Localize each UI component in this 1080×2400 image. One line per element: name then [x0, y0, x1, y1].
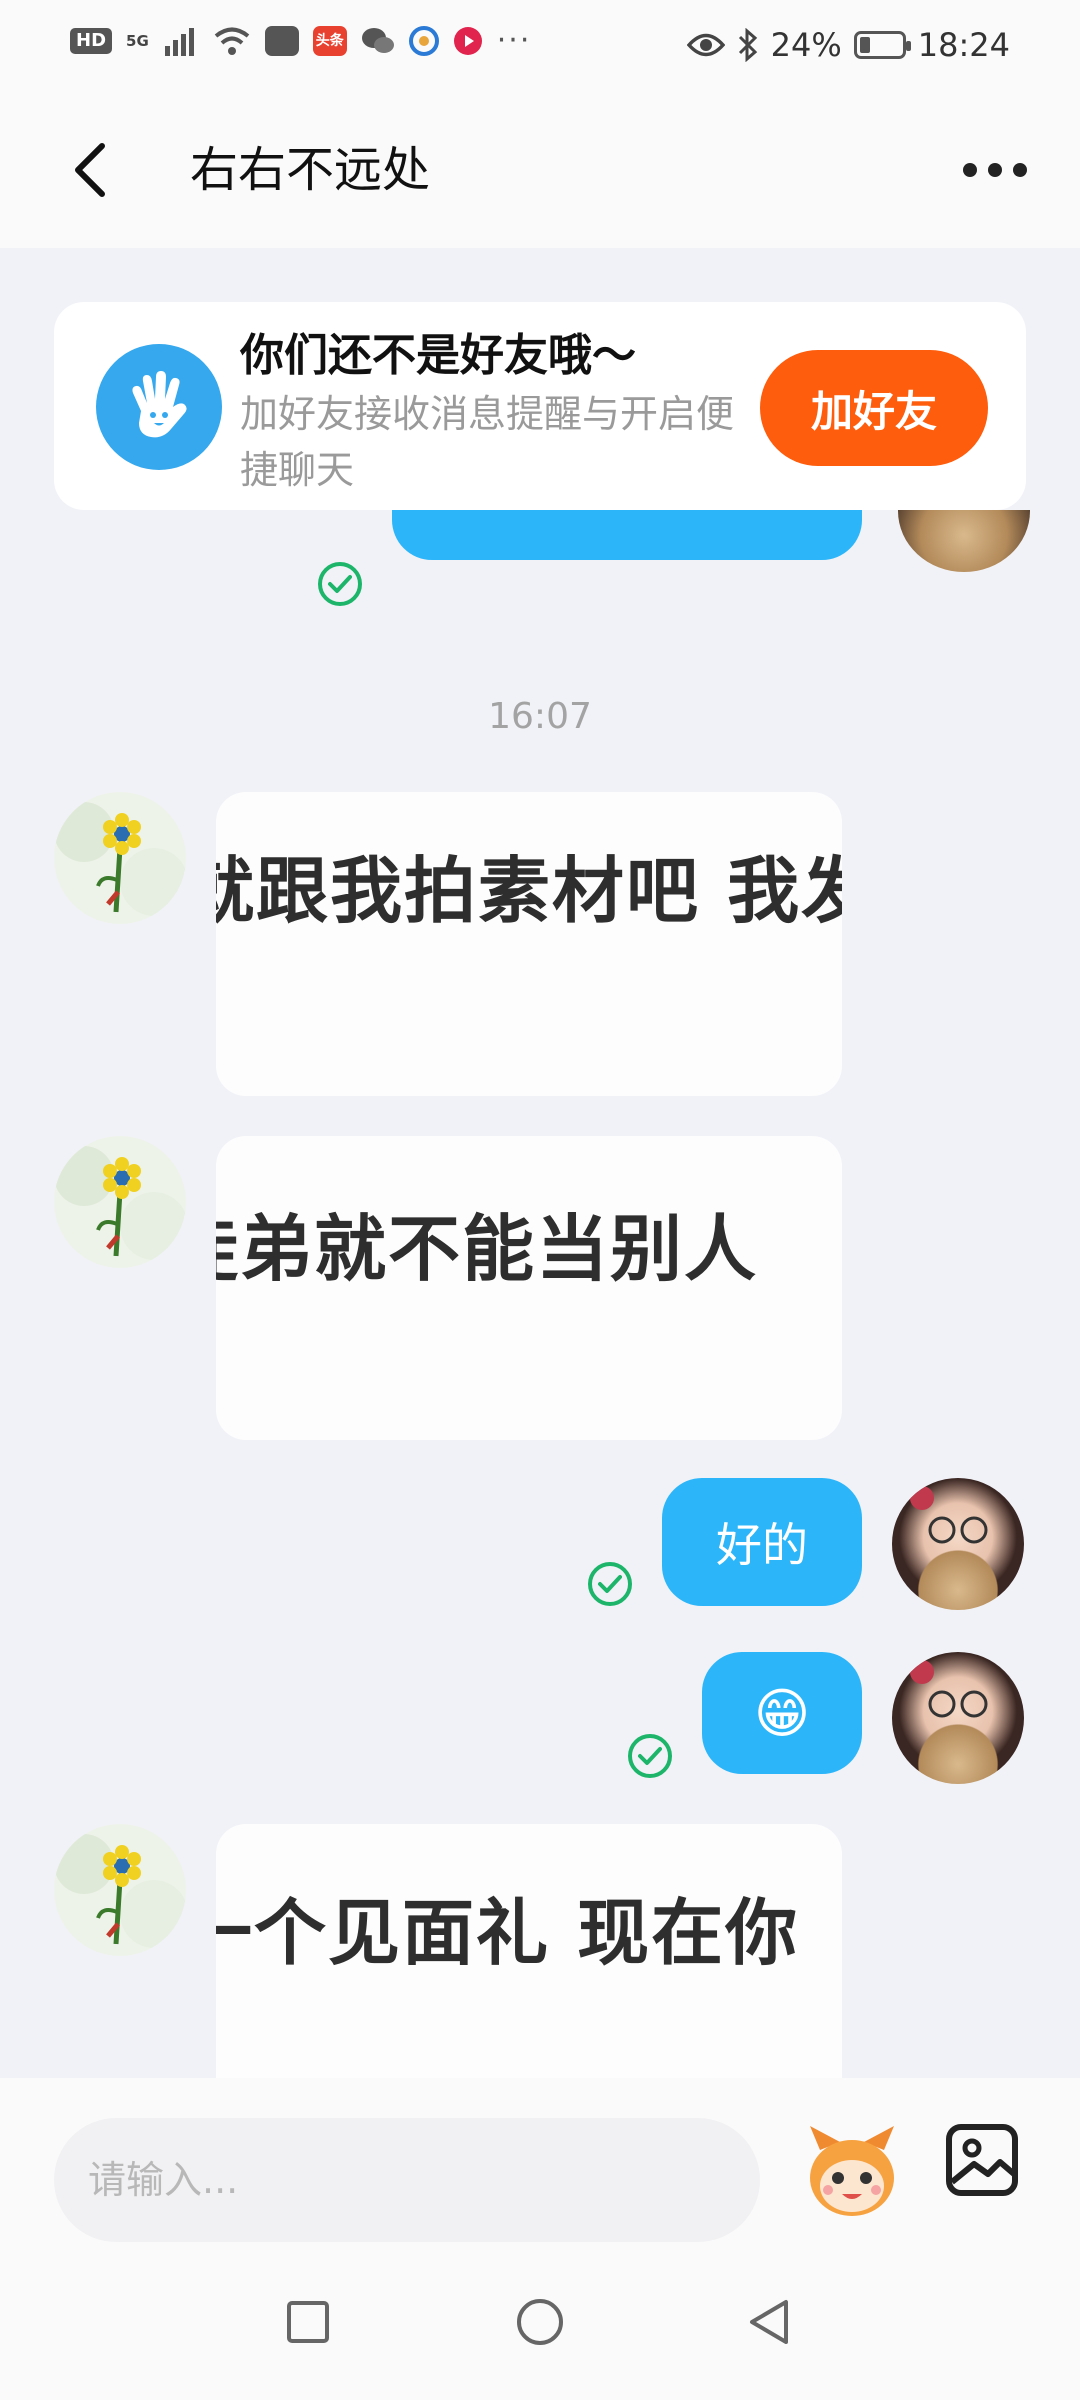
send-image-button[interactable] [944, 2122, 1020, 2198]
my-avatar[interactable] [898, 510, 1030, 572]
back-button[interactable] [62, 132, 122, 208]
signal-icon [164, 28, 194, 56]
bluetooth-icon [738, 28, 757, 62]
hd-badge: HD [70, 28, 113, 54]
sent-message-bubble[interactable] [392, 510, 862, 560]
battery-percent: 24% [770, 26, 842, 64]
hand-wave-icon [96, 344, 222, 470]
status-right: 24% 18:24 [686, 26, 1010, 64]
received-image-bubble[interactable]: 就跟我拍素材吧 我发 [216, 792, 842, 1096]
friend-avatar[interactable] [54, 1136, 186, 1268]
friend-avatar[interactable] [54, 1824, 186, 1956]
message-list[interactable]: 16:07 就跟我拍素材吧 我发 徒弟就不能当别人 好的 😁 一个见面礼 现在你 [0, 510, 1080, 2078]
wechat-icon [361, 28, 394, 53]
chevron-left-icon [75, 143, 105, 197]
my-avatar[interactable] [892, 1652, 1024, 1784]
input-bar [0, 2078, 1080, 2248]
message-input[interactable] [54, 2118, 760, 2242]
emoji-button[interactable] [800, 2120, 904, 2224]
sunflower-icon [54, 802, 186, 916]
clock: 18:24 [917, 26, 1010, 64]
sent-message-bubble[interactable]: 好的 [662, 1478, 862, 1606]
chat-title: 右右不远处 [190, 142, 431, 198]
sunflower-icon [54, 1146, 186, 1260]
image-caption-text: 一个见面礼 现在你 [216, 1891, 800, 1975]
more-options-button[interactable] [950, 132, 1040, 208]
eye-icon [686, 33, 725, 57]
message-timestamp: 16:07 [488, 696, 592, 737]
image-caption-text: 徒弟就不能当别人 [216, 1207, 759, 1291]
image-icon [946, 2124, 1018, 2196]
friend-avatar[interactable] [54, 792, 186, 924]
received-image-bubble[interactable]: 徒弟就不能当别人 [216, 1136, 842, 1440]
back-nav-button[interactable] [740, 2292, 800, 2352]
sent-message-bubble[interactable]: 😁 [702, 1652, 862, 1774]
sent-check-icon [628, 1734, 672, 1778]
app-icon-toutiao: 头条 [312, 26, 347, 56]
glasses-icon [910, 1486, 988, 1544]
banner-title: 你们还不是好友哦～ [240, 330, 636, 381]
mascot-icon [810, 2126, 894, 2216]
more-horizontal-icon [963, 163, 1027, 177]
my-avatar[interactable] [892, 1478, 1024, 1610]
glasses-icon [910, 1660, 988, 1718]
app-icon-drop [408, 26, 439, 56]
circle-icon [517, 2299, 563, 2345]
status-left: HD 5G 头条 ··· [70, 26, 531, 56]
signal-label: 5G [126, 32, 149, 50]
received-image-bubble[interactable]: 一个见面礼 现在你 [216, 1824, 842, 2078]
battery-fill [859, 37, 870, 53]
app-icon-bag [264, 26, 299, 56]
message-text: 😁 [753, 1681, 811, 1745]
more-notifications: ··· [496, 23, 532, 58]
system-nav-bar [0, 2248, 1080, 2400]
sunflower-icon [54, 1834, 186, 1948]
recent-apps-button[interactable] [278, 2292, 338, 2352]
battery-icon [853, 31, 911, 59]
add-friend-banner: 你们还不是好友哦～ 加好友接收消息提醒与开启便捷聊天 加好友 [54, 302, 1026, 510]
home-button[interactable] [510, 2292, 570, 2352]
chat-header: 右右不远处 [0, 92, 1080, 248]
square-icon [287, 2301, 329, 2343]
sent-check-icon [588, 1562, 632, 1606]
sent-check-icon [318, 562, 362, 606]
message-text: 好的 [716, 1518, 808, 1572]
app-icon-music [453, 27, 482, 55]
image-caption-text: 就跟我拍素材吧 我发 [216, 849, 842, 933]
status-bar: HD 5G 头条 ··· 24% 18:24 [0, 0, 1080, 92]
triangle-back-icon [750, 2300, 788, 2344]
banner-subtitle: 加好友接收消息提醒与开启便捷聊天 [240, 392, 735, 492]
hand-glyph [132, 371, 187, 438]
wifi-icon [214, 27, 250, 55]
add-friend-button[interactable]: 加好友 [760, 350, 988, 466]
